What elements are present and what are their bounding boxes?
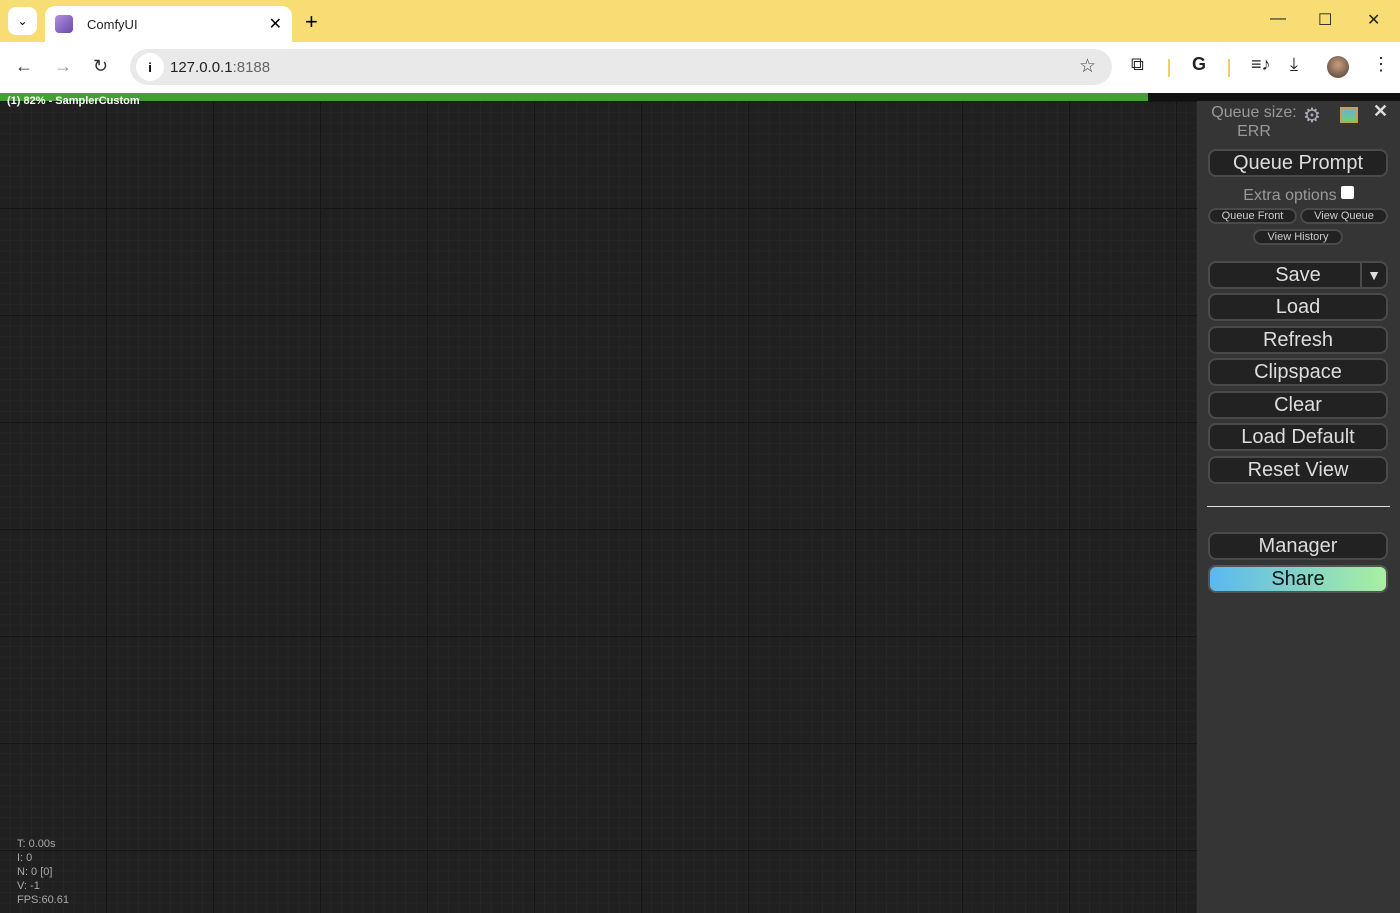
manager-button[interactable]: Manager xyxy=(1208,532,1388,560)
tab-strip: ⌄ ComfyUI ✕ + — ☐ ✕ xyxy=(0,0,1400,42)
forward-icon[interactable]: → xyxy=(54,56,72,77)
progress-bar xyxy=(0,93,1400,101)
queue-prompt-button[interactable]: Queue Prompt xyxy=(1208,149,1388,177)
refresh-button[interactable]: Refresh xyxy=(1208,326,1388,354)
queue-size: Queue size: ERR xyxy=(1211,104,1297,140)
comfyui-favicon xyxy=(55,15,73,33)
progress-text: (1) 82% - SamplerCustom xyxy=(7,95,140,107)
tab-title: ComfyUI xyxy=(87,16,138,32)
info-icon[interactable]: i xyxy=(136,53,164,81)
graph-canvas[interactable]: T: 0.00s I: 0 N: 0 [0] V: -1 FPS:60.61 xyxy=(0,101,1197,913)
image-icon[interactable] xyxy=(1340,107,1358,123)
reset-view-button[interactable]: Reset View xyxy=(1208,456,1388,484)
reload-icon[interactable]: ↻ xyxy=(93,56,108,77)
maximize-icon[interactable]: ☐ xyxy=(1318,10,1332,30)
canvas-stats: T: 0.00s I: 0 N: 0 [0] V: -1 FPS:60.61 xyxy=(17,837,69,907)
clipspace-button[interactable]: Clipspace xyxy=(1208,358,1388,386)
view-queue-button[interactable]: View Queue xyxy=(1300,208,1388,224)
divider xyxy=(1207,506,1390,507)
stat-version: V: -1 xyxy=(17,880,40,892)
progress-fill xyxy=(0,93,1148,101)
media-icon[interactable]: ≡♪ xyxy=(1251,54,1271,75)
comfyui-app: (1) 82% - SamplerCustom T: 0.00s I: 0 N:… xyxy=(0,93,1400,913)
close-icon[interactable]: ✕ xyxy=(1373,101,1388,122)
queue-front-button[interactable]: Queue Front xyxy=(1208,208,1297,224)
extra-options-checkbox[interactable] xyxy=(1340,186,1354,199)
divider xyxy=(1168,59,1170,77)
tab-comfyui[interactable]: ComfyUI ✕ xyxy=(45,6,292,42)
browser-toolbar: ← → ↻ i 127.0.0.1:8188 ☆ ⧉ G ≡♪ ⤓ ⋮ xyxy=(0,42,1400,93)
avatar[interactable] xyxy=(1327,56,1349,78)
more-icon[interactable]: ⋮ xyxy=(1372,54,1390,75)
stat-nodes: N: 0 [0] xyxy=(17,866,53,878)
minimize-icon[interactable]: — xyxy=(1270,10,1286,28)
plus-icon[interactable]: + xyxy=(305,9,318,35)
url-text: 127.0.0.1:8188 xyxy=(170,59,271,76)
google-icon[interactable]: G xyxy=(1192,54,1206,75)
clear-button[interactable]: Clear xyxy=(1208,391,1388,419)
stat-iterations: I: 0 xyxy=(17,852,33,864)
load-default-button[interactable]: Load Default xyxy=(1208,423,1388,451)
download-icon[interactable]: ⤓ xyxy=(1290,54,1298,75)
stat-time: T: 0.00s xyxy=(17,838,56,850)
gear-icon[interactable]: ⚙ xyxy=(1303,103,1321,128)
menu-panel: Queue size: ERR ⚙ ✕ Queue Prompt Extra op… xyxy=(1197,101,1400,913)
back-icon[interactable]: ← xyxy=(15,56,33,77)
divider xyxy=(1228,59,1230,77)
address-bar[interactable]: i 127.0.0.1:8188 ☆ xyxy=(130,49,1112,85)
tab-search-button[interactable]: ⌄ xyxy=(8,7,37,35)
star-icon[interactable]: ☆ xyxy=(1079,55,1096,78)
save-dropdown-button[interactable]: ▼ xyxy=(1360,263,1386,287)
extra-options: Extra options xyxy=(1197,186,1400,205)
view-history-button[interactable]: View History xyxy=(1253,229,1343,245)
share-button[interactable]: Share xyxy=(1208,565,1388,593)
stat-fps: FPS:60.61 xyxy=(17,894,69,906)
chevron-down-icon: ⌄ xyxy=(17,14,28,28)
save-button[interactable]: Save ▼ xyxy=(1208,261,1388,289)
close-icon[interactable]: ✕ xyxy=(269,14,282,34)
load-button[interactable]: Load xyxy=(1208,293,1388,321)
close-window-icon[interactable]: ✕ xyxy=(1367,10,1380,30)
extensions-icon[interactable]: ⧉ xyxy=(1131,54,1144,75)
